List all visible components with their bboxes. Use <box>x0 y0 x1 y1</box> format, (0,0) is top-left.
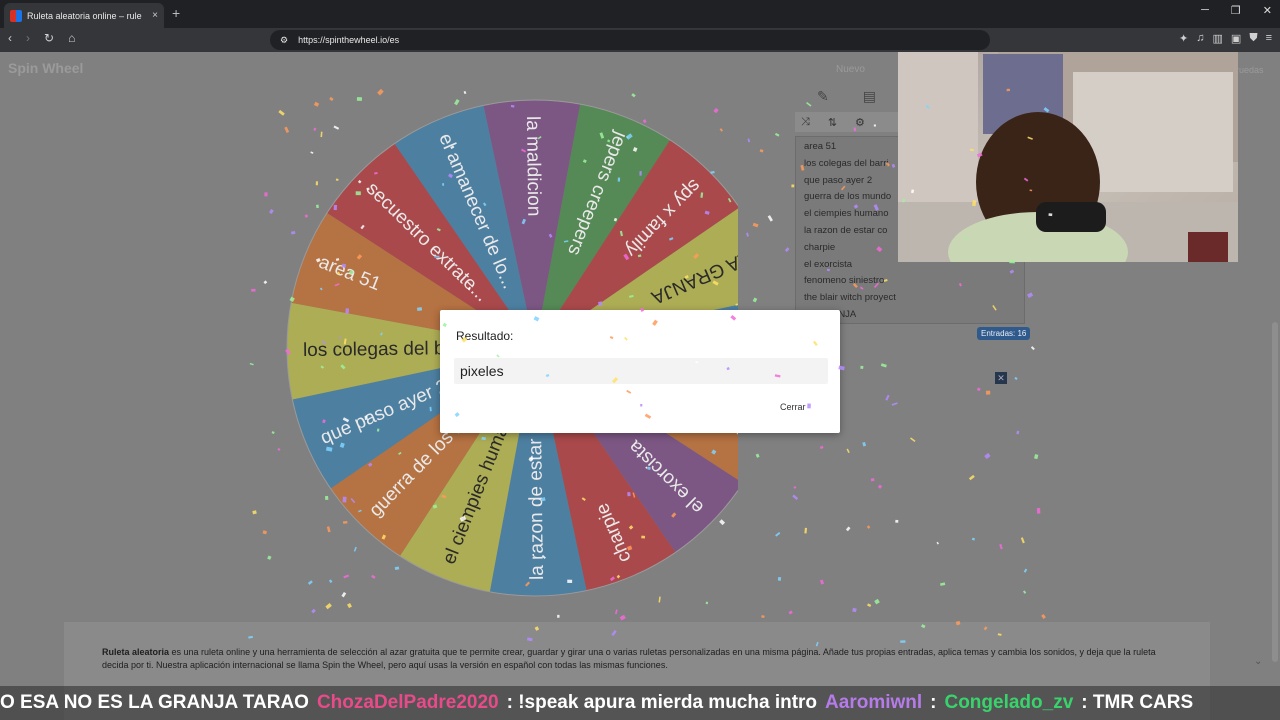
pencil-icon[interactable]: ✎ <box>817 88 829 105</box>
chat-message-part: : !speak apura mierda mucha intro <box>506 692 818 713</box>
url-field[interactable]: ⚙ https://spinthewheel.io/es <box>270 30 990 50</box>
site-logo[interactable]: Spin Wheel <box>8 60 83 76</box>
chat-message-part: : TMR CARS <box>1081 692 1194 713</box>
forward-icon[interactable]: › <box>26 31 30 45</box>
tab-bar: Ruleta aleatoria online – rule × + ─ ❐ ✕ <box>0 0 1280 28</box>
menu-icon[interactable]: ≡ <box>1266 32 1272 45</box>
maximize-icon[interactable]: ❐ <box>1231 4 1241 17</box>
window-controls: ─ ❐ ✕ <box>1201 4 1272 17</box>
shield-icon[interactable]: ⛊ <box>1249 32 1257 45</box>
gear-icon[interactable]: ⚙ <box>855 116 865 129</box>
tab-title: Ruleta aleatoria online – rule <box>27 10 142 21</box>
tab-close-icon[interactable]: × <box>152 10 158 21</box>
chat-message-part: ChozaDelPadre2020 <box>316 692 499 713</box>
site-info-icon[interactable]: ⚙ <box>280 35 288 46</box>
wheel-segment-label: los colegas del b... <box>303 338 461 361</box>
sort-icon[interactable]: ⇅ <box>828 116 837 129</box>
close-dialog-button[interactable]: Cerrar <box>780 402 806 412</box>
media-icon[interactable]: ♫ <box>1196 32 1204 45</box>
page-scrollbar[interactable] <box>1272 322 1278 662</box>
url-text: https://spinthewheel.io/es <box>298 35 400 45</box>
browser-tab[interactable]: Ruleta aleatoria online – rule × <box>4 3 164 28</box>
back-icon[interactable]: ‹ <box>8 31 12 45</box>
chat-message-part: Aaromiwnl <box>825 692 923 713</box>
shuffle-icon[interactable]: ⤨ <box>801 116 810 129</box>
reload-icon[interactable]: ↻ <box>44 31 54 45</box>
description-text: es una ruleta online y una herramienta d… <box>102 647 1156 670</box>
webcam-overlay <box>898 52 1238 262</box>
chat-message-part: Congelado_zv <box>944 692 1074 713</box>
entry-item[interactable]: fenomeno siniestro <box>804 275 1016 292</box>
wallet-icon[interactable]: ▣ <box>1231 32 1241 45</box>
chat-message-part: : <box>930 692 937 713</box>
wheels-link[interactable]: ruedas <box>1236 65 1264 75</box>
entries-count-badge: Entradas: 16 <box>977 327 1031 340</box>
address-bar: ‹ › ↻ ⌂ ⚙ https://spinthewheel.io/es ✦ ♫… <box>0 28 1280 52</box>
new-wheel-link[interactable]: Nuevo <box>836 64 865 75</box>
wheel-segment-label: la razon de estar ... <box>525 417 548 580</box>
dialog-title: Resultado: <box>456 329 514 343</box>
favicon-icon <box>10 9 22 22</box>
extensions-icon[interactable]: ✦ <box>1179 32 1188 45</box>
minimize-icon[interactable]: ─ <box>1201 4 1209 17</box>
clipboard-icon[interactable]: ▤ <box>863 88 876 105</box>
chat-ticker: O ESA NO ES LA GRANJA TARAO ChozaDelPadre… <box>0 686 1280 720</box>
chevron-down-icon[interactable]: ⌄ <box>1254 656 1262 667</box>
home-icon[interactable]: ⌂ <box>68 31 75 45</box>
result-dialog: Resultado: pixeles Cerrar <box>440 310 840 433</box>
description-bold: Ruleta aleatoria <box>102 647 170 657</box>
chat-message-part: O ESA NO ES LA GRANJA TARAO <box>0 692 309 713</box>
close-window-icon[interactable]: ✕ <box>1263 4 1272 17</box>
result-value: pixeles <box>454 358 828 384</box>
sidebar-icon[interactable]: ▥ <box>1213 32 1223 45</box>
close-icon[interactable]: ✕ <box>995 372 1007 384</box>
entry-item[interactable]: the blair witch proyect <box>804 292 1016 309</box>
webcam-image <box>898 52 1238 262</box>
wheel-segment-label: la maldicion <box>522 116 544 217</box>
new-tab-button[interactable]: + <box>172 5 180 21</box>
